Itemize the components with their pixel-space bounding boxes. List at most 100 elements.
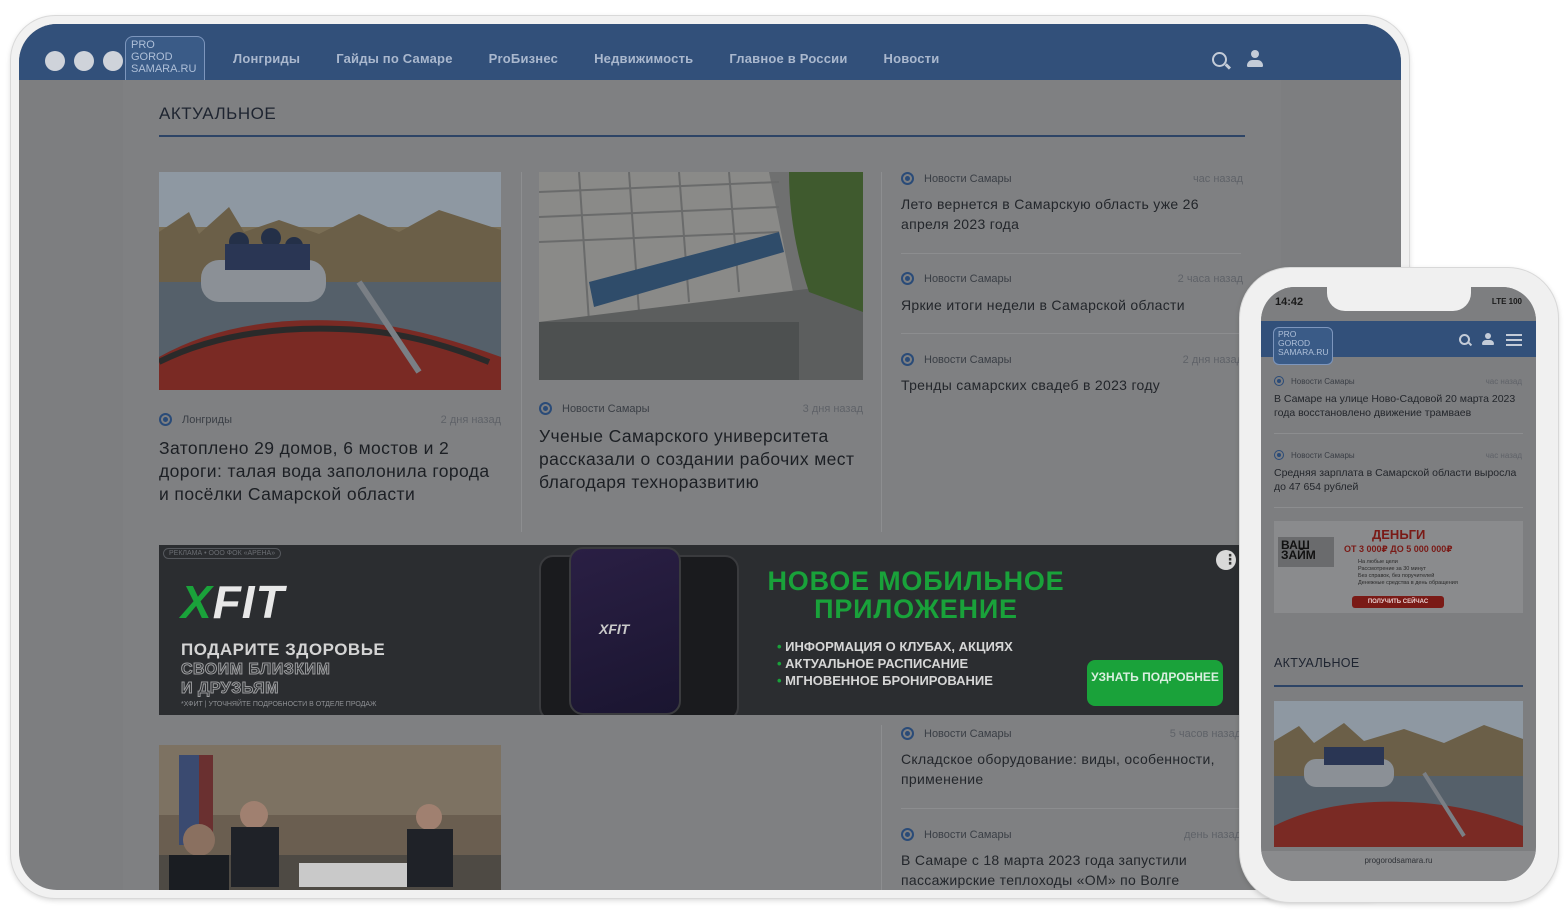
- phone-ad-banner[interactable]: ВАШ ЗАЙМ ДЕНЬГИ ОТ 3 000₽ ДО 5 000 000₽ …: [1274, 521, 1523, 613]
- category-dot-icon: [1274, 376, 1284, 386]
- phone-item-category[interactable]: Новости Самары: [1291, 377, 1355, 386]
- side-item-meta: Новости Самары: [901, 727, 1012, 740]
- ad-bullet: МГНОВЕННОЕ БРОНИРОВАНИЕ: [777, 672, 1013, 689]
- more-options-icon[interactable]: [1216, 550, 1237, 570]
- phone-notch: [1327, 287, 1471, 311]
- university-photo-image: [539, 172, 863, 380]
- column-divider-2: [881, 172, 882, 532]
- article-time: 2 дня назад: [440, 414, 501, 426]
- ad-learn-more-button[interactable]: УЗНАТЬ ПОДРОБНЕЕ: [1087, 660, 1223, 706]
- nav-item-realty[interactable]: Недвижимость: [594, 51, 693, 66]
- nav-item-guides[interactable]: Гайды по Самаре: [336, 51, 452, 66]
- article-time: 3 дня назад: [802, 403, 863, 415]
- side-item-category[interactable]: Новости Самары: [924, 829, 1012, 841]
- window-controls: [45, 51, 123, 71]
- nav-item-russia[interactable]: Главное в России: [729, 51, 847, 66]
- ad-brand-logo: XFIT: [181, 576, 285, 628]
- search-icon[interactable]: [1459, 334, 1470, 345]
- nav-item-probusiness[interactable]: ProБизнес: [489, 51, 558, 66]
- ad-bullet: Рассмотрение за 30 минут: [1358, 566, 1427, 572]
- article-meta-2: Новости Самары: [539, 402, 650, 415]
- header-actions: [1212, 50, 1263, 68]
- phone-screen: 14:42 LTE 100 PRO GOROD SAMARA.RU Новост…: [1261, 287, 1536, 881]
- ad-headline: НОВОЕ МОБИЛЬНОЕ ПРИЛОЖЕНИЕ: [767, 566, 1065, 624]
- phone-header-actions: [1459, 333, 1522, 346]
- ad-bullets: На любые цели Рассмотрение за 30 минут Б…: [1358, 559, 1458, 587]
- side-item-title[interactable]: Складское оборудование: виды, особенност…: [901, 749, 1243, 789]
- side-item-time: 2 дня назад: [1182, 354, 1243, 366]
- phone-divider: [1274, 507, 1523, 508]
- window-minimize-dot[interactable]: [74, 51, 94, 71]
- side-item-category[interactable]: Новости Самары: [924, 354, 1012, 366]
- ad-label: РЕКЛАМА • ООО ФОК «АРЕНА»: [163, 548, 282, 559]
- phone-item-time: час назад: [1485, 377, 1522, 386]
- desktop-browser-frame: PRO GOROD SAMARA.RU Лонгриды Гайды по Са…: [11, 16, 1409, 898]
- ad-app-logo: XFIT: [599, 621, 630, 637]
- side-item-time: 2 часа назад: [1177, 273, 1243, 285]
- flood-photo-image: [1274, 701, 1523, 847]
- main-nav: Лонгриды Гайды по Самаре ProБизнес Недви…: [233, 51, 939, 66]
- ad-headline: ДЕНЬГИ: [1372, 527, 1426, 542]
- search-icon[interactable]: [1212, 51, 1227, 67]
- ad-bullet: Без справок, без поручителей: [1358, 573, 1435, 579]
- nav-item-longreads[interactable]: Лонгриды: [233, 51, 300, 66]
- side-divider: [901, 333, 1241, 334]
- phone-article-photo-flood[interactable]: [1274, 701, 1523, 847]
- ad-amount-range: ОТ 3 000₽ ДО 5 000 000₽: [1344, 544, 1453, 554]
- side-item-time: час назад: [1192, 173, 1243, 185]
- user-icon[interactable]: [1482, 333, 1494, 346]
- side-item-meta: Новости Самары: [901, 353, 1012, 366]
- article-photo-flood[interactable]: [159, 172, 501, 390]
- ad-banner[interactable]: РЕКЛАМА • ООО ФОК «АРЕНА» XFIT ПОДАРИТЕ …: [159, 545, 1240, 715]
- article-meta: Лонгриды: [159, 413, 232, 426]
- side-item-title[interactable]: Лето вернется в Самарскую область уже 26…: [901, 194, 1241, 234]
- menu-icon[interactable]: [1506, 333, 1522, 346]
- ad-bullet: ИНФОРМАЦИЯ О КЛУБАХ, АКЦИЯХ: [777, 638, 1013, 655]
- side-item-title[interactable]: Яркие итоги недели в Самарской области: [901, 295, 1241, 315]
- category-dot-icon: [901, 353, 914, 366]
- article-photo-meeting[interactable]: [159, 745, 501, 890]
- nav-item-news[interactable]: Новости: [884, 51, 940, 66]
- ad-phone-mockup-main: XFIT: [569, 547, 681, 715]
- side-item-category[interactable]: Новости Самары: [924, 728, 1012, 740]
- phone-item-title[interactable]: Средняя зарплата в Самарской области выр…: [1274, 466, 1526, 494]
- phone-section-divider: [1274, 685, 1523, 687]
- side-divider: [901, 253, 1241, 254]
- side-item-category[interactable]: Новости Самары: [924, 173, 1012, 185]
- side-item-meta: Новости Самары: [901, 272, 1012, 285]
- side-item-title[interactable]: Тренды самарских свадеб в 2023 году: [901, 375, 1241, 395]
- window-close-dot[interactable]: [45, 51, 65, 71]
- article-title[interactable]: Затоплено 29 домов, 6 мостов и 2 дороги:…: [159, 437, 503, 506]
- phone-frame: 14:42 LTE 100 PRO GOROD SAMARA.RU Новост…: [1240, 268, 1558, 902]
- side-item-meta: Новости Самары: [901, 828, 1012, 841]
- side-item-time: день назад: [1183, 829, 1241, 841]
- ad-bullet: АКТУАЛЬНОЕ РАСПИСАНИЕ: [777, 655, 1013, 672]
- column-divider: [521, 172, 522, 532]
- flood-photo-image: [159, 172, 501, 390]
- phone-item-title[interactable]: В Самаре на улице Ново-Садовой 20 марта …: [1274, 392, 1526, 420]
- phone-site-logo[interactable]: PRO GOROD SAMARA.RU: [1273, 327, 1333, 365]
- phone-item-meta: Новости Самары: [1274, 450, 1355, 460]
- side-item-meta: Новости Самары: [901, 172, 1012, 185]
- phone-item-time: час назад: [1485, 451, 1522, 460]
- article-category[interactable]: Лонгриды: [182, 414, 232, 426]
- side-item-category[interactable]: Новости Самары: [924, 273, 1012, 285]
- article-category[interactable]: Новости Самары: [562, 403, 650, 415]
- category-dot-icon: [901, 727, 914, 740]
- ad-tagline-1: ПОДАРИТЕ ЗДОРОВЬЕ: [181, 640, 386, 659]
- article-title[interactable]: Ученые Самарского университета рассказал…: [539, 425, 869, 494]
- ad-brand-logo: ВАШ ЗАЙМ: [1278, 537, 1334, 567]
- phone-item-category[interactable]: Новости Самары: [1291, 451, 1355, 460]
- category-dot-icon: [901, 272, 914, 285]
- window-maximize-dot[interactable]: [103, 51, 123, 71]
- content-column: АКТУАЛЬНОЕ Лонгриды 2 дня назад Затоплен…: [123, 80, 1281, 890]
- desktop-screen: PRO GOROD SAMARA.RU Лонгриды Гайды по Са…: [19, 24, 1401, 890]
- category-dot-icon: [539, 402, 552, 415]
- ad-get-now-button[interactable]: ПОЛУЧИТЬ СЕЙЧАС: [1352, 596, 1444, 608]
- user-icon[interactable]: [1247, 50, 1263, 68]
- article-photo-university[interactable]: [539, 172, 863, 380]
- site-header: PRO GOROD SAMARA.RU Лонгриды Гайды по Са…: [19, 24, 1401, 92]
- side-item-title[interactable]: В Самаре с 18 марта 2023 года запустили …: [901, 850, 1231, 890]
- meeting-photo-image: [159, 745, 501, 890]
- phone-section-title: АКТУАЛЬНОЕ: [1274, 656, 1360, 670]
